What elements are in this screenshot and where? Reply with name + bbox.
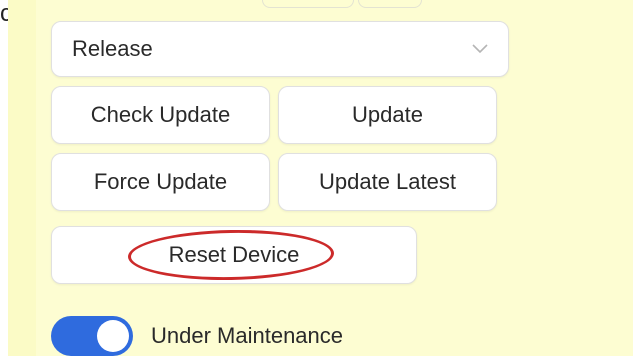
force-update-button[interactable]: Force Update [51,153,270,211]
chevron-down-icon [470,39,490,59]
toggle-knob [97,320,129,352]
top-tab-right[interactable] [358,0,422,8]
check-update-button[interactable]: Check Update [51,86,270,144]
maintenance-toggle-label: Under Maintenance [151,323,344,348]
maintenance-toggle-row: Under Maintenance [51,316,343,356]
top-tab-left[interactable] [262,0,354,8]
release-select[interactable]: Release [51,21,509,77]
panel-edge [8,0,36,356]
maintenance-toggle[interactable] [51,316,133,356]
update-button[interactable]: Update [278,86,497,144]
page: c Release Check Update Update Force Upda… [0,0,633,356]
reset-device-button[interactable]: Reset Device [51,226,417,284]
release-select-value: Release [72,36,153,61]
update-latest-button[interactable]: Update Latest [278,153,497,211]
